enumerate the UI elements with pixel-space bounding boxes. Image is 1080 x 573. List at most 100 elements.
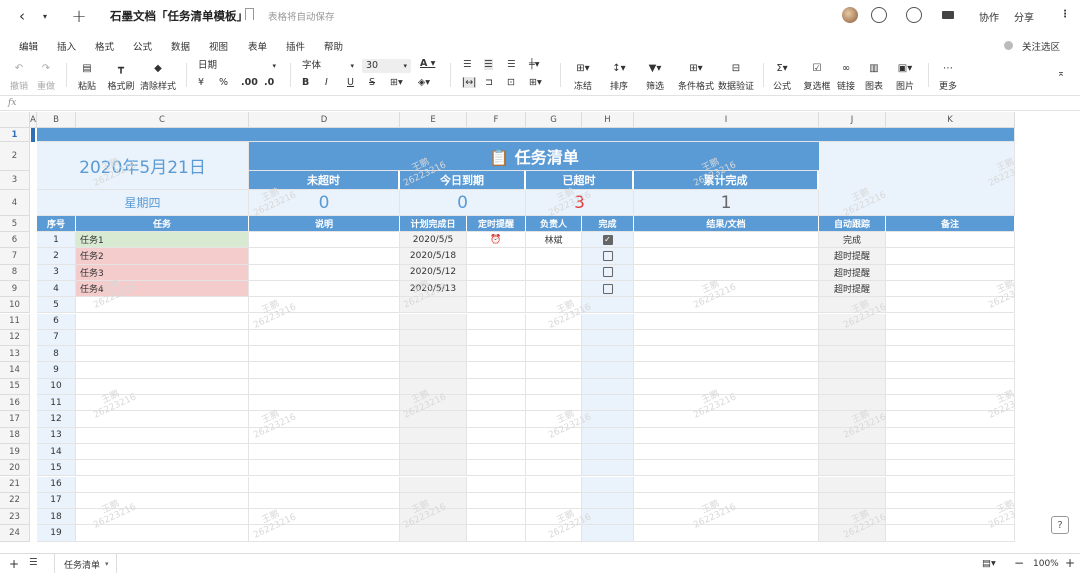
cell-due-date-24[interactable]: [400, 525, 467, 542]
cell-auto-track-12[interactable]: [819, 329, 886, 347]
cell-due-date-22[interactable]: [400, 492, 467, 510]
formula-button[interactable]: Σ▾ 公式: [771, 56, 793, 94]
cell-due-date-10[interactable]: [400, 297, 467, 314]
cell-description-10[interactable]: [249, 297, 400, 314]
header-auto-track[interactable]: 自动跟踪: [819, 216, 886, 232]
sheet-list-icon[interactable]: ☰: [29, 557, 38, 568]
cell-auto-track-11[interactable]: [819, 313, 886, 330]
more-button[interactable]: ⋯ 更多: [937, 56, 959, 94]
cell-description-24[interactable]: [249, 525, 400, 542]
zoom-level[interactable]: 100%: [1033, 559, 1059, 569]
cell-seq-11[interactable]: 6: [37, 313, 76, 330]
stat-label-not-overdue[interactable]: 未超时: [249, 171, 400, 190]
cell-task-11[interactable]: [76, 313, 249, 330]
cell-task-18[interactable]: [76, 427, 249, 444]
cell-reminder-12[interactable]: [467, 329, 526, 347]
cell-reminder-18[interactable]: [467, 427, 526, 444]
formula-bar[interactable]: fx: [0, 95, 1080, 111]
cell-auto-track-15[interactable]: [819, 378, 886, 395]
cell-seq-17[interactable]: 12: [37, 411, 76, 428]
format-painter-button[interactable]: ┳ 格式刷: [107, 56, 135, 94]
present-icon[interactable]: [906, 7, 922, 23]
link-button[interactable]: ∞ 链接: [836, 56, 856, 94]
decimal-increase-button[interactable]: .00: [241, 77, 258, 88]
row-header-19[interactable]: 19: [0, 443, 30, 461]
cell-owner-6[interactable]: 林斌: [526, 232, 582, 249]
number-format-select[interactable]: 日期 ▾: [194, 59, 280, 73]
header-result[interactable]: 结果/文档: [634, 216, 819, 232]
cell-task-24[interactable]: [76, 525, 249, 542]
cell-reminder-15[interactable]: [467, 378, 526, 395]
menu-edit[interactable]: 编辑: [19, 39, 38, 53]
cell-seq-13[interactable]: 8: [37, 346, 76, 363]
clear-format-button[interactable]: ◆ 清除样式: [139, 56, 177, 94]
row-header-16[interactable]: 16: [0, 395, 30, 412]
cell-auto-track-13[interactable]: [819, 346, 886, 363]
cell-task-20[interactable]: [76, 460, 249, 477]
cell-due-date-6[interactable]: 2020/5/5: [400, 232, 467, 249]
cell-description-21[interactable]: [249, 476, 400, 493]
cell-description-14[interactable]: [249, 362, 400, 379]
cell-due-date-20[interactable]: [400, 460, 467, 477]
cell-note-19[interactable]: [886, 443, 1015, 461]
column-header-g[interactable]: G: [526, 112, 582, 128]
header-reminder[interactable]: 定时提醒: [467, 216, 526, 232]
cell-description-6[interactable]: [249, 232, 400, 249]
cell-description-11[interactable]: [249, 313, 400, 330]
cell-seq-16[interactable]: 11: [37, 395, 76, 412]
cell-seq-8[interactable]: 3: [37, 264, 76, 281]
collab-button[interactable]: 协作: [979, 9, 999, 24]
text-clip-button[interactable]: ⊡: [507, 77, 515, 88]
cell-note-20[interactable]: [886, 460, 1015, 477]
vertical-align-button[interactable]: ╪▾: [529, 59, 540, 70]
row-header-7[interactable]: 7: [0, 248, 30, 265]
cell-result-20[interactable]: [634, 460, 819, 477]
cell-auto-track-18[interactable]: [819, 427, 886, 444]
cell-description-13[interactable]: [249, 346, 400, 363]
sheet-tab[interactable]: 任务清单 ▾: [54, 554, 117, 573]
cell-seq-7[interactable]: 2: [37, 248, 76, 265]
cell-owner-19[interactable]: [526, 443, 582, 461]
cell-done-18[interactable]: [582, 427, 634, 444]
row-header-3[interactable]: 3: [0, 171, 30, 190]
cell-owner-16[interactable]: [526, 395, 582, 412]
row-header-22[interactable]: 22: [0, 492, 30, 510]
cell-seq-9[interactable]: 4: [37, 280, 76, 298]
cell-owner-14[interactable]: [526, 362, 582, 379]
cell-owner-10[interactable]: [526, 297, 582, 314]
cell-auto-track-6[interactable]: 完成: [819, 232, 886, 249]
cell-reminder-16[interactable]: [467, 395, 526, 412]
cell-done-10[interactable]: [582, 297, 634, 314]
cell-result-13[interactable]: [634, 346, 819, 363]
bookmark-icon[interactable]: [245, 8, 254, 20]
column-header-i[interactable]: I: [634, 112, 819, 128]
cell-done-8[interactable]: [582, 264, 634, 281]
underline-button[interactable]: U: [347, 77, 354, 88]
cell-task-23[interactable]: [76, 509, 249, 526]
row-header-13[interactable]: 13: [0, 346, 30, 363]
cell-seq-19[interactable]: 14: [37, 443, 76, 461]
cell-result-17[interactable]: [634, 411, 819, 428]
document-title[interactable]: 石墨文档「任务清单模板」: [110, 8, 248, 24]
cell-task-8[interactable]: 任务3: [76, 264, 249, 281]
back-button[interactable]: ‹: [14, 6, 30, 26]
cell-owner-20[interactable]: [526, 460, 582, 477]
cell-done-6[interactable]: ✓: [582, 232, 634, 249]
cell-task-6[interactable]: 任务1: [76, 232, 249, 249]
cell-done-14[interactable]: [582, 362, 634, 379]
done-checkbox[interactable]: [602, 267, 613, 278]
cell-due-date-21[interactable]: [400, 476, 467, 493]
cell-description-22[interactable]: [249, 492, 400, 510]
cell-done-17[interactable]: [582, 411, 634, 428]
cell-description-20[interactable]: [249, 460, 400, 477]
font-color-button[interactable]: A ▾: [420, 58, 435, 69]
cell-owner-9[interactable]: [526, 280, 582, 298]
cell-owner-21[interactable]: [526, 476, 582, 493]
history-dropdown-button[interactable]: ▾: [38, 6, 52, 26]
header-band[interactable]: [37, 128, 1015, 142]
cell-note-15[interactable]: [886, 378, 1015, 395]
redo-button[interactable]: ↷ 重做: [35, 56, 57, 94]
align-right-button[interactable]: ☰: [507, 59, 516, 70]
row-header-10[interactable]: 10: [0, 297, 30, 314]
spreadsheet-grid[interactable]: A B C D E F G H I J K 1 2 3 4 5 6 7 8 9 10 11 12 13 14 15 16 17 18 19…: [0, 112, 1015, 552]
